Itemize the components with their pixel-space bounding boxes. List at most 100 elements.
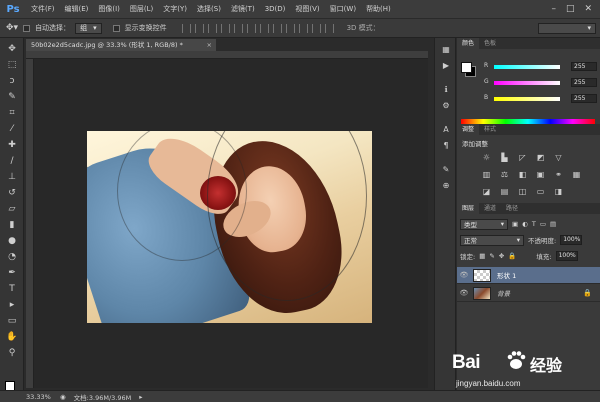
invert-icon[interactable]: ◪ [481, 186, 492, 197]
menu-type[interactable]: 文字(Y) [158, 4, 192, 14]
lock-all-icon[interactable]: 🔒 [508, 252, 516, 260]
photo-filter-icon[interactable]: ▣ [535, 169, 546, 180]
menu-filter[interactable]: 滤镜(T) [226, 4, 260, 14]
filter-shape-icon[interactable]: ▭ [540, 220, 546, 228]
curves-icon[interactable]: ◸ [517, 152, 528, 163]
menu-file[interactable]: 文件(F) [26, 4, 60, 14]
distribute-hcenter-icon[interactable] [311, 23, 321, 33]
layer-background[interactable]: 👁 背景 🔒 [457, 285, 600, 302]
lock-pixels-icon[interactable]: ✎ [489, 252, 494, 260]
color-panel-foreground-swatch[interactable] [461, 62, 472, 73]
pen-tool-icon[interactable]: ✒ [6, 268, 18, 279]
maximize-button[interactable]: □ [566, 4, 575, 14]
align-bottom-icon[interactable] [207, 23, 217, 33]
lock-transparent-icon[interactable]: ▦ [479, 252, 485, 260]
document-tab[interactable]: 50b02e2d5cadc.jpg @ 33.3% (形状 1, RGB/8) … [26, 39, 216, 51]
blend-mode-dropdown[interactable]: 正常 ▾ [460, 234, 524, 246]
minimize-button[interactable]: – [551, 4, 556, 14]
lasso-tool-icon[interactable]: ↄ [6, 76, 18, 87]
actions-icon[interactable]: ▶ [440, 60, 452, 71]
blur-tool-icon[interactable]: ● [6, 236, 18, 247]
menu-help[interactable]: 帮助(H) [361, 4, 396, 14]
blue-value-field[interactable]: 255 [571, 94, 597, 103]
hue-saturation-icon[interactable]: ▥ [481, 169, 492, 180]
tab-paths[interactable]: 路径 [501, 203, 523, 214]
fill-field[interactable]: 100% [555, 251, 578, 261]
align-top-icon[interactable] [181, 23, 191, 33]
eraser-tool-icon[interactable]: ▱ [6, 204, 18, 215]
filter-pixel-icon[interactable]: ▣ [512, 220, 518, 228]
type-tool-icon[interactable]: T [6, 284, 18, 295]
move-tool-icon[interactable]: ✥ [6, 44, 18, 55]
marquee-tool-icon[interactable]: ⬚ [6, 60, 18, 71]
paragraph-icon[interactable]: ¶ [440, 140, 452, 151]
distribute-bottom-icon[interactable] [285, 23, 295, 33]
exposure-icon[interactable]: ◩ [535, 152, 546, 163]
hand-tool-icon[interactable]: ✋ [6, 332, 18, 343]
tab-adjustments[interactable]: 调整 [457, 124, 480, 135]
document-image[interactable] [87, 131, 372, 323]
eyedropper-tool-icon[interactable]: ⁄ [6, 124, 18, 135]
brightness-contrast-icon[interactable]: ☼ [481, 152, 492, 163]
menu-window[interactable]: 窗口(W) [325, 4, 361, 14]
status-arrow-icon[interactable]: ▸ [139, 393, 142, 401]
filter-adjustment-icon[interactable]: ◐ [522, 220, 528, 228]
channel-mixer-icon[interactable]: ⚭ [553, 169, 564, 180]
green-value-field[interactable]: 255 [571, 78, 597, 87]
info-icon[interactable]: ℹ [440, 84, 452, 95]
red-slider[interactable] [494, 65, 560, 69]
lock-position-icon[interactable]: ✥ [499, 252, 504, 260]
clone-stamp-tool-icon[interactable]: ⊥ [6, 172, 18, 183]
threshold-icon[interactable]: ◫ [517, 186, 528, 197]
show-transform-checkbox[interactable] [112, 24, 120, 32]
menu-select[interactable]: 选择(S) [192, 4, 226, 14]
distribute-left-icon[interactable] [298, 23, 308, 33]
healing-brush-tool-icon[interactable]: ✚ [6, 140, 18, 151]
levels-icon[interactable]: ▙ [499, 152, 510, 163]
clone-source-icon[interactable]: ⊕ [440, 180, 452, 191]
dodge-tool-icon[interactable]: ◔ [6, 252, 18, 263]
selective-color-icon[interactable]: ◨ [553, 186, 564, 197]
brush-tool-icon[interactable]: ∕ [6, 156, 18, 167]
filter-smart-object-icon[interactable]: ▤ [550, 220, 556, 228]
align-left-icon[interactable] [220, 23, 230, 33]
history-brush-tool-icon[interactable]: ↺ [6, 188, 18, 199]
align-right-icon[interactable] [246, 23, 256, 33]
vibrance-icon[interactable]: ▽ [553, 152, 564, 163]
crop-tool-icon[interactable]: ⌗ [6, 108, 18, 119]
path-selection-tool-icon[interactable]: ▸ [6, 300, 18, 311]
close-document-icon[interactable]: × [207, 39, 212, 51]
layer-filter-dropdown[interactable]: 类型 ▾ [460, 218, 508, 230]
align-hcenter-icon[interactable] [233, 23, 243, 33]
gradient-tool-icon[interactable]: ▮ [6, 220, 18, 231]
distribute-vcenter-icon[interactable] [272, 23, 282, 33]
posterize-icon[interactable]: ▤ [499, 186, 510, 197]
green-slider[interactable] [494, 81, 560, 85]
tab-styles[interactable]: 样式 [479, 124, 501, 135]
menu-layer[interactable]: 图层(L) [125, 4, 158, 14]
visibility-eye-icon[interactable]: 👁 [457, 289, 471, 297]
visibility-eye-icon[interactable]: 👁 [457, 271, 471, 279]
menu-view[interactable]: 视图(V) [290, 4, 324, 14]
align-vcenter-icon[interactable] [194, 23, 204, 33]
move-tool-icon[interactable]: ✥▾ [6, 23, 18, 33]
zoom-level[interactable]: 33.33% [26, 393, 52, 401]
tab-layers[interactable]: 图层 [457, 203, 480, 214]
color-balance-icon[interactable]: ⚖ [499, 169, 510, 180]
workspace-dropdown[interactable]: ▾ [538, 22, 596, 34]
history-icon[interactable]: ▦ [440, 44, 452, 55]
quick-select-tool-icon[interactable]: ✎ [6, 92, 18, 103]
red-value-field[interactable]: 255 [571, 62, 597, 71]
vertical-ruler[interactable] [26, 59, 34, 388]
menu-image[interactable]: 图像(I) [93, 4, 125, 14]
shape-tool-icon[interactable]: ▭ [6, 316, 18, 327]
status-menu-icon[interactable]: ◉ [60, 393, 66, 401]
character-icon[interactable]: A [440, 124, 452, 135]
properties-icon[interactable]: ⚙ [440, 100, 452, 111]
zoom-tool-icon[interactable]: ⚲ [6, 348, 18, 359]
filter-type-icon[interactable]: T [532, 220, 536, 228]
menu-edit[interactable]: 编辑(E) [60, 4, 94, 14]
auto-select-checkbox[interactable] [23, 24, 31, 32]
brush-presets-icon[interactable]: ✎ [440, 164, 452, 175]
black-white-icon[interactable]: ◧ [517, 169, 528, 180]
